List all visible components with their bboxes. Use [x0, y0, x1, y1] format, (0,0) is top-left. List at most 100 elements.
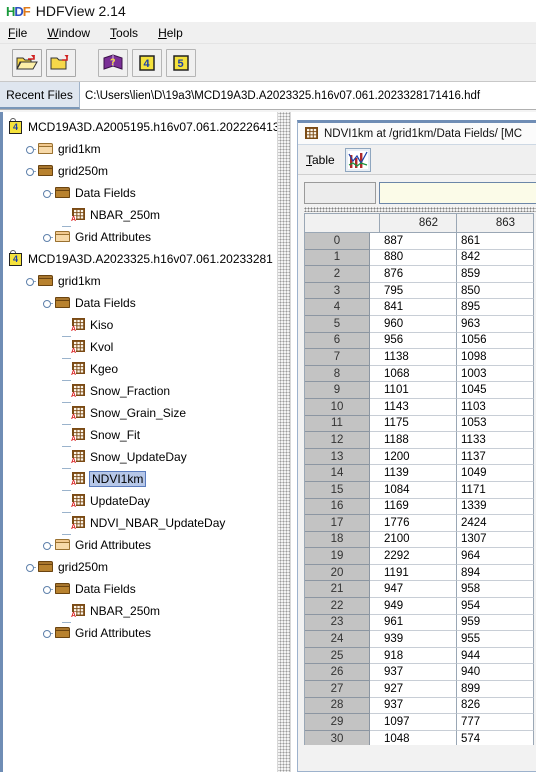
- tree-item-dataset[interactable]: A Kgeo: [3, 358, 277, 381]
- row-header[interactable]: 13: [305, 448, 370, 466]
- table-cell[interactable]: 955: [457, 631, 534, 648]
- hdf5-file-icon[interactable]: 5: [166, 48, 196, 77]
- table-cell[interactable]: 850: [457, 282, 534, 300]
- expand-toggle-icon[interactable]: [26, 144, 37, 155]
- table-row[interactable]: 27 927 899: [305, 681, 536, 698]
- table-cell[interactable]: 887: [380, 233, 457, 250]
- tree-item-dataset[interactable]: A Kvol: [3, 336, 277, 359]
- table-cell[interactable]: 1097: [380, 714, 457, 731]
- help-book-icon[interactable]: ?: [98, 48, 128, 77]
- tree-item-group[interactable]: grid1km: [3, 138, 277, 160]
- table-row[interactable]: 0 887 861: [305, 233, 536, 250]
- data-table[interactable]: 862 863 0 887 861 1 880 842 2 876 859 3 795 850 4 841 89…: [304, 213, 536, 745]
- line-plot-icon[interactable]: [344, 147, 371, 172]
- row-header[interactable]: 11: [305, 415, 370, 433]
- table-cell[interactable]: 841: [380, 299, 457, 316]
- row-header[interactable]: 3: [305, 282, 370, 300]
- menu-window[interactable]: Window: [47, 26, 90, 40]
- tree-item-dataset[interactable]: A NDVI_NBAR_UpdateDay: [3, 512, 277, 535]
- table-cell[interactable]: 795: [380, 282, 457, 300]
- row-header[interactable]: 16: [305, 498, 370, 516]
- object-tree[interactable]: 4 MCD19A3D.A2005195.h16v07.061.202226413 g…: [3, 112, 277, 644]
- table-row[interactable]: 14 1139 1049: [305, 465, 536, 482]
- table-cell[interactable]: 1776: [380, 515, 457, 532]
- table-cell[interactable]: 1139: [380, 465, 457, 482]
- table-cell[interactable]: 1188: [380, 432, 457, 449]
- row-header[interactable]: 14: [305, 465, 370, 482]
- table-body[interactable]: 0 887 861 1 880 842 2 876 859 3 795 850 4 841 895 5 960 9…: [305, 233, 536, 745]
- table-row[interactable]: 25 918 944: [305, 647, 536, 665]
- tree-item-group[interactable]: Grid Attributes: [3, 622, 277, 644]
- table-cell[interactable]: 959: [457, 614, 534, 632]
- table-row[interactable]: 1 880 842: [305, 249, 536, 267]
- table-cell[interactable]: 1103: [457, 398, 534, 416]
- row-header[interactable]: 23: [305, 614, 370, 632]
- table-cell[interactable]: 947: [380, 581, 457, 599]
- table-cell[interactable]: 1143: [380, 398, 457, 416]
- table-cell[interactable]: 939: [380, 631, 457, 648]
- table-row[interactable]: 10 1143 1103: [305, 398, 536, 416]
- table-cell[interactable]: 1049: [457, 465, 534, 482]
- table-row[interactable]: 28 937 826: [305, 697, 536, 715]
- table-cell[interactable]: 894: [457, 564, 534, 582]
- column-header[interactable]: 863: [457, 213, 534, 233]
- table-cell[interactable]: 859: [457, 266, 534, 283]
- menu-help[interactable]: Help: [158, 26, 183, 40]
- table-cell[interactable]: 1098: [457, 349, 534, 366]
- tree-item-dataset[interactable]: A NDVI1km: [3, 468, 277, 491]
- row-header[interactable]: 12: [305, 432, 370, 449]
- cell-value-input[interactable]: [379, 182, 536, 204]
- table-cell[interactable]: 1045: [457, 382, 534, 399]
- tree-item-group[interactable]: Data Fields: [3, 292, 277, 314]
- cell-reference-input[interactable]: [304, 182, 376, 204]
- column-header[interactable]: 862: [380, 213, 457, 233]
- tree-item-dataset[interactable]: A Snow_Grain_Size: [3, 402, 277, 425]
- table-cell[interactable]: 937: [380, 664, 457, 682]
- table-row[interactable]: 29 1097 777: [305, 714, 536, 731]
- collapse-toggle-icon[interactable]: [43, 298, 54, 309]
- table-cell[interactable]: 940: [457, 664, 534, 682]
- collapse-toggle-icon[interactable]: [26, 166, 37, 177]
- row-header[interactable]: 9: [305, 382, 370, 399]
- table-row[interactable]: 18 2100 1307: [305, 531, 536, 549]
- table-cell[interactable]: 2100: [380, 531, 457, 549]
- table-row[interactable]: 22 949 954: [305, 598, 536, 615]
- row-header[interactable]: 27: [305, 681, 370, 698]
- table-cell[interactable]: 876: [380, 266, 457, 283]
- recent-files-tab[interactable]: Recent Files: [0, 82, 80, 109]
- table-cell[interactable]: 1191: [380, 564, 457, 582]
- table-cell[interactable]: 944: [457, 647, 534, 665]
- row-header[interactable]: 0: [305, 233, 370, 250]
- table-cell[interactable]: 1138: [380, 349, 457, 366]
- collapse-toggle-icon[interactable]: [26, 276, 37, 287]
- object-tree-panel[interactable]: 4 MCD19A3D.A2005195.h16v07.061.202226413 g…: [0, 112, 277, 772]
- table-row[interactable]: 7 1138 1098: [305, 349, 536, 366]
- row-header[interactable]: 5: [305, 315, 370, 333]
- table-corner-cell[interactable]: [305, 213, 380, 233]
- table-cell[interactable]: 1003: [457, 365, 534, 383]
- table-cell[interactable]: 2292: [380, 548, 457, 565]
- table-cell[interactable]: 826: [457, 697, 534, 715]
- menu-table[interactable]: Table: [306, 153, 335, 167]
- row-header[interactable]: 25: [305, 647, 370, 665]
- expand-toggle-icon[interactable]: [43, 628, 54, 639]
- table-cell[interactable]: 1137: [457, 448, 534, 466]
- row-header[interactable]: 6: [305, 332, 370, 350]
- tree-item-dataset[interactable]: A Snow_Fit: [3, 424, 277, 447]
- table-row[interactable]: 4 841 895: [305, 299, 536, 316]
- table-cell[interactable]: 954: [457, 598, 534, 615]
- tree-item-group[interactable]: Data Fields: [3, 182, 277, 204]
- table-cell[interactable]: 960: [380, 315, 457, 333]
- table-row[interactable]: 15 1084 1171: [305, 481, 536, 499]
- tree-item-dataset[interactable]: A NBAR_250m: [3, 600, 277, 623]
- row-header[interactable]: 30: [305, 730, 370, 745]
- collapse-toggle-icon[interactable]: [43, 584, 54, 595]
- row-header[interactable]: 1: [305, 249, 370, 267]
- tree-item-group[interactable]: Data Fields: [3, 578, 277, 600]
- row-header[interactable]: 26: [305, 664, 370, 682]
- table-cell[interactable]: 1339: [457, 498, 534, 516]
- tree-item-file[interactable]: 4 MCD19A3D.A2023325.h16v07.061.20233281: [3, 248, 277, 270]
- table-cell[interactable]: 895: [457, 299, 534, 316]
- row-header[interactable]: 28: [305, 697, 370, 715]
- table-row[interactable]: 26 937 940: [305, 664, 536, 682]
